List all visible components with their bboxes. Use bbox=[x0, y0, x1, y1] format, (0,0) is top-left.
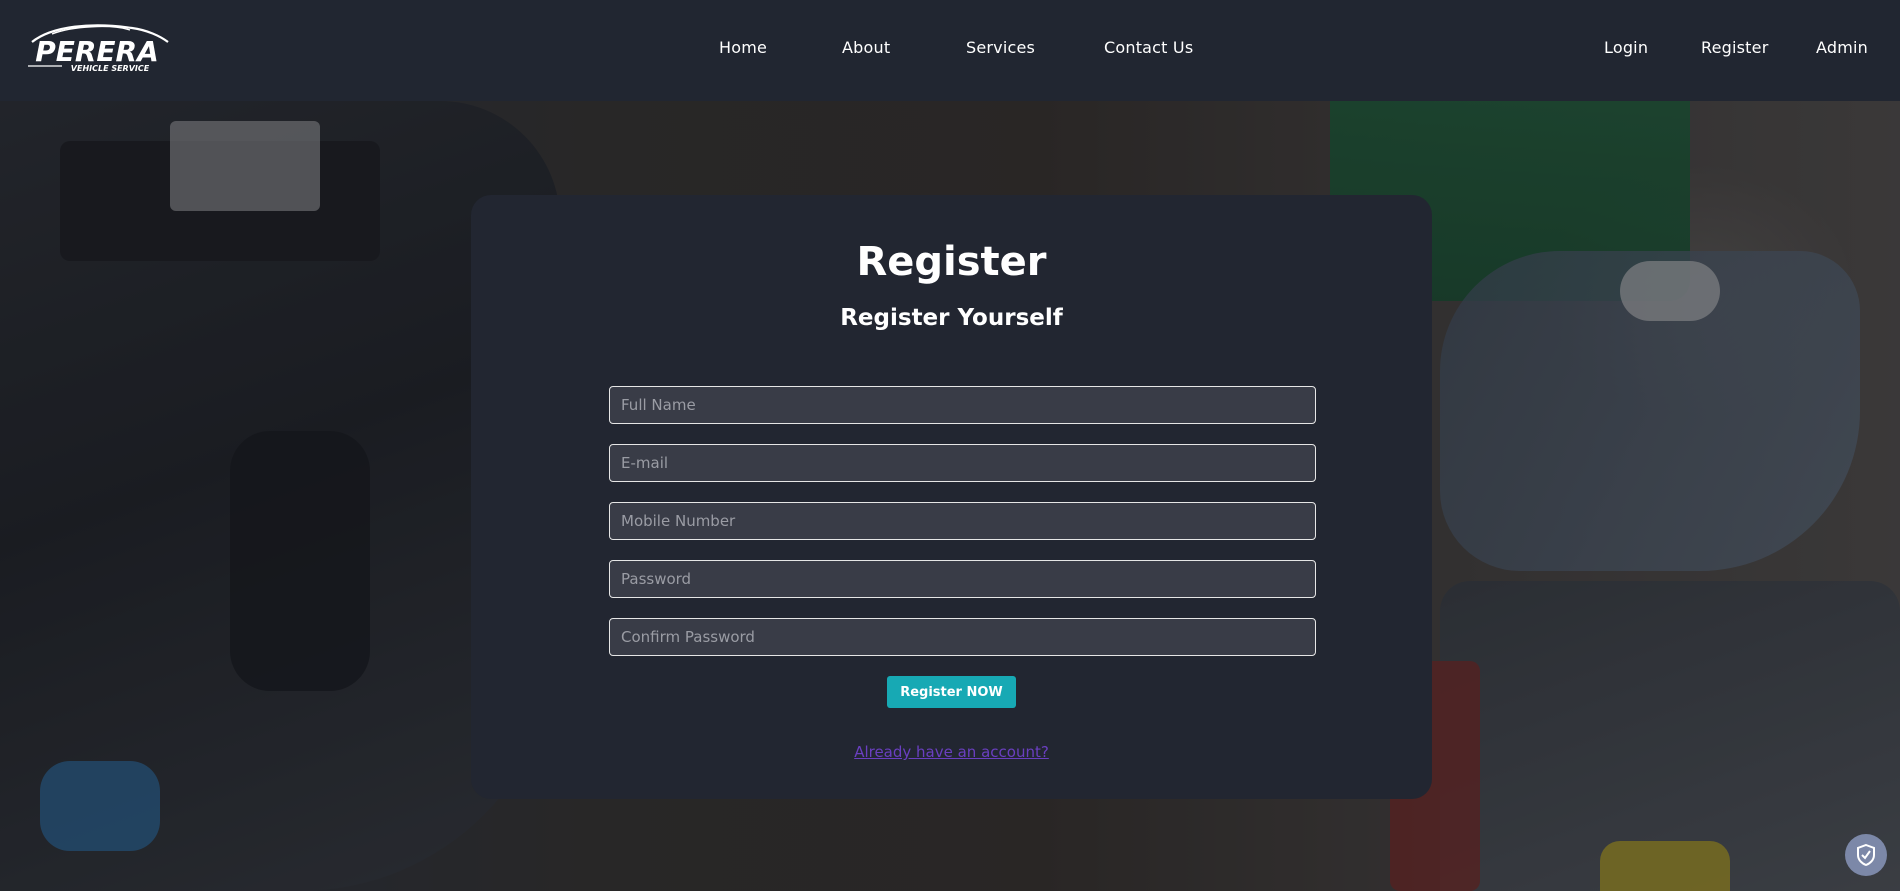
mobile-number-input[interactable] bbox=[609, 502, 1316, 540]
email-input[interactable] bbox=[609, 444, 1316, 482]
nav-about[interactable]: About bbox=[842, 38, 890, 57]
already-have-account-link[interactable]: Already have an account? bbox=[854, 743, 1049, 761]
shield-check-icon bbox=[1857, 844, 1875, 866]
nav-login[interactable]: Login bbox=[1604, 38, 1648, 57]
full-name-input[interactable] bbox=[609, 386, 1316, 424]
security-badge-button[interactable] bbox=[1845, 834, 1887, 876]
top-navbar: PERERA VEHICLE SERVICE Home About Servic… bbox=[0, 0, 1900, 101]
nav-contact-us[interactable]: Contact Us bbox=[1104, 38, 1193, 57]
form-subtitle: Register Yourself bbox=[840, 305, 1063, 331]
password-input[interactable] bbox=[609, 560, 1316, 598]
nav-links: Home About Services Contact Us Login Reg… bbox=[0, 0, 1900, 101]
nav-home[interactable]: Home bbox=[719, 38, 767, 57]
confirm-password-input[interactable] bbox=[609, 618, 1316, 656]
nav-services[interactable]: Services bbox=[966, 38, 1035, 57]
login-link-container: Already have an account? bbox=[471, 743, 1432, 761]
nav-register[interactable]: Register bbox=[1701, 38, 1768, 57]
nav-admin[interactable]: Admin bbox=[1816, 38, 1868, 57]
register-form-card: Register Register Yourself Register NOW … bbox=[471, 195, 1432, 799]
register-now-button[interactable]: Register NOW bbox=[887, 676, 1016, 708]
form-title: Register bbox=[856, 239, 1047, 285]
